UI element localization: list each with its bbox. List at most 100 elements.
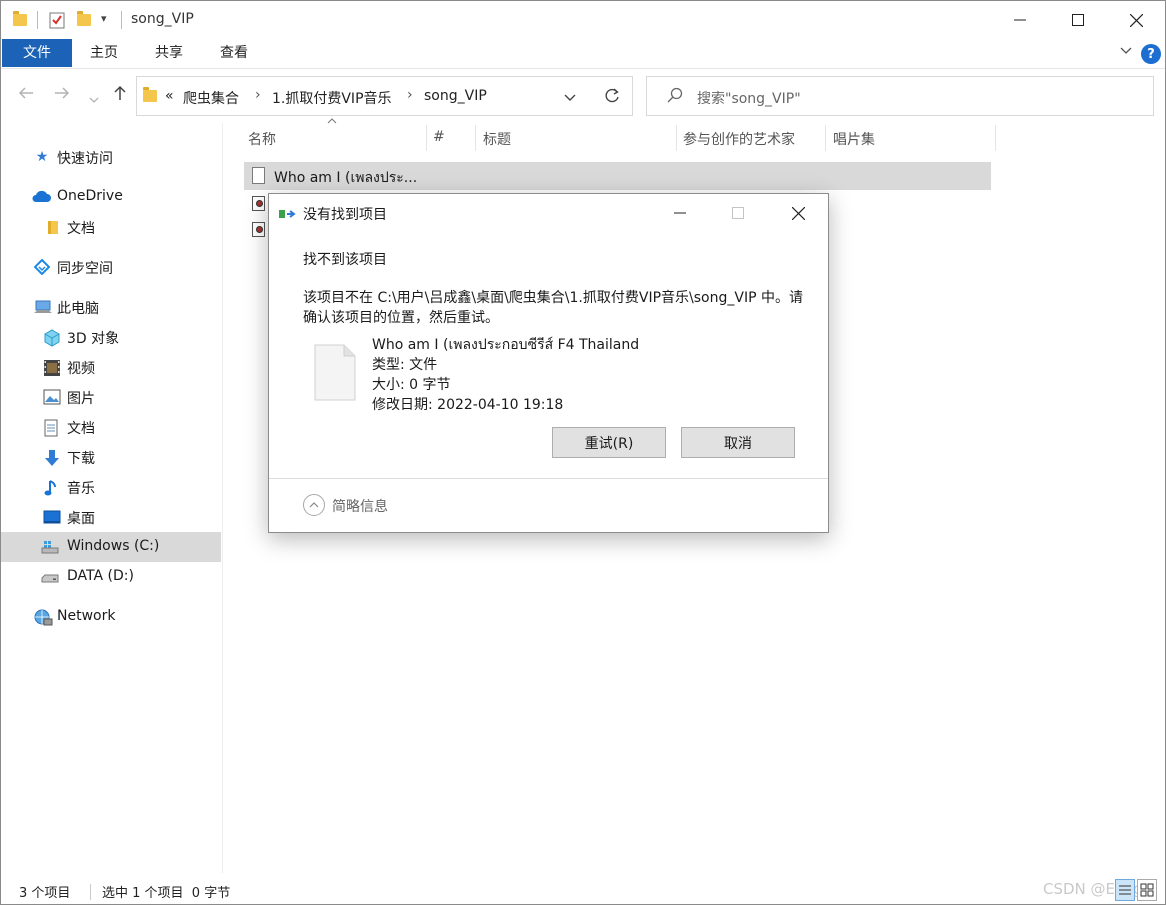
- music-icon: [43, 479, 59, 496]
- tab-share[interactable]: 共享: [144, 39, 194, 67]
- chevron-up-icon[interactable]: [303, 494, 325, 516]
- sidebar-item-pictures[interactable]: 图片: [1, 382, 221, 412]
- sidebar-item-label: 下载: [67, 451, 95, 467]
- maximize-button[interactable]: [1049, 1, 1107, 39]
- sidebar-item-data-d[interactable]: DATA (D:): [1, 562, 221, 592]
- large-icons-view-button[interactable]: [1137, 879, 1157, 901]
- sidebar-item-quick-access[interactable]: ★ 快速访问: [1, 142, 221, 172]
- column-divider[interactable]: [995, 125, 996, 151]
- help-icon[interactable]: ?: [1141, 44, 1161, 64]
- details-view-button[interactable]: [1115, 879, 1135, 901]
- column-header-name[interactable]: 名称: [248, 129, 276, 159]
- cancel-button[interactable]: 取消: [681, 427, 795, 458]
- search-box[interactable]: 搜索"song_VIP": [646, 76, 1154, 116]
- breadcrumb-separator[interactable]: ›: [407, 87, 413, 103]
- dialog-maximize-button: [709, 194, 767, 232]
- close-button[interactable]: [1107, 1, 1165, 39]
- sync-icon: [33, 258, 51, 276]
- column-divider[interactable]: [475, 125, 476, 151]
- breadcrumb-segment[interactable]: 爬虫集合: [183, 88, 239, 108]
- move-file-icon: [279, 207, 297, 221]
- search-input[interactable]: 搜索"song_VIP": [697, 88, 801, 108]
- close-icon: [1129, 13, 1143, 27]
- quick-access-dropdown-icon[interactable]: ▾: [101, 12, 107, 30]
- sidebar-item-onedrive-documents[interactable]: 文档: [1, 212, 221, 242]
- up-button[interactable]: [111, 84, 129, 107]
- minimize-icon: [674, 212, 686, 214]
- picture-icon: [43, 389, 61, 405]
- chevron-down-icon: [1120, 47, 1132, 54]
- drive-c-icon: [41, 539, 59, 555]
- file-row[interactable]: Who am I (เพลงประ...: [244, 162, 991, 190]
- blank-file-icon: [314, 344, 356, 401]
- navigation-pane: ★ 快速访问 OneDrive 文档 同步空间 此电脑 3D 对象 视频 图片 …: [1, 123, 223, 873]
- maximize-icon: [732, 207, 744, 219]
- sidebar-item-documents[interactable]: 文档: [1, 412, 221, 442]
- expand-ribbon-button[interactable]: [1119, 43, 1133, 61]
- address-bar[interactable]: « 爬虫集合 › 1.抓取付费VIP音乐 › song_VIP: [136, 76, 633, 116]
- column-header-album[interactable]: 唱片集: [833, 129, 875, 159]
- document-icon: [43, 419, 59, 437]
- address-history-button[interactable]: [563, 90, 577, 108]
- sidebar-item-label: Windows (C:): [67, 538, 160, 554]
- cube-icon: [43, 329, 60, 347]
- sidebar-item-label: 音乐: [67, 481, 95, 497]
- breadcrumb-separator[interactable]: ›: [255, 87, 261, 103]
- column-header-artists[interactable]: 参与创作的艺术家: [683, 129, 795, 159]
- sidebar-item-downloads[interactable]: 下载: [1, 442, 221, 472]
- back-button[interactable]: [17, 84, 35, 107]
- sidebar-item-label: Network: [57, 608, 116, 624]
- column-divider[interactable]: [426, 125, 427, 151]
- sidebar-item-label: 同步空间: [57, 261, 113, 277]
- column-header-title[interactable]: 标题: [483, 129, 511, 159]
- cloud-icon: [31, 189, 51, 205]
- address-overflow[interactable]: «: [165, 88, 174, 104]
- dialog-divider: [269, 478, 828, 479]
- item-count: 3 个项目: [19, 886, 71, 901]
- dialog-minimize-button[interactable]: [651, 194, 709, 232]
- column-divider[interactable]: [825, 125, 826, 151]
- breadcrumb-segment[interactable]: song_VIP: [424, 88, 487, 104]
- chevron-down-icon: [564, 94, 576, 101]
- file-type-detail: 类型: 文件: [372, 357, 438, 373]
- explorer-window: ▾ song_VIP 文件 主页 共享 查看 ? « 爬虫集合 › 1.抓取付费…: [0, 0, 1166, 905]
- fewer-details-toggle[interactable]: 简略信息: [332, 496, 388, 516]
- forward-button[interactable]: [53, 84, 71, 107]
- file-size-detail: 大小: 0 字节: [372, 377, 451, 393]
- sidebar-item-label: 此电脑: [57, 301, 99, 317]
- ribbon: 文件 主页 共享 查看 ?: [1, 39, 1165, 69]
- dialog-close-button[interactable]: [769, 194, 827, 232]
- tab-home[interactable]: 主页: [79, 39, 129, 67]
- properties-icon[interactable]: [49, 11, 67, 29]
- sidebar-item-desktop[interactable]: 桌面: [1, 502, 221, 532]
- sidebar-item-sync-space[interactable]: 同步空间: [1, 252, 221, 282]
- sidebar-item-windows-c[interactable]: Windows (C:): [1, 532, 221, 562]
- drive-d-icon: [41, 569, 59, 585]
- file-name: Who am I (เพลงประ...: [274, 170, 418, 186]
- retry-button[interactable]: 重试(R): [552, 427, 666, 458]
- column-divider[interactable]: [676, 125, 677, 151]
- breadcrumb-segment[interactable]: 1.抓取付费VIP音乐: [272, 88, 392, 108]
- minimize-button[interactable]: [991, 1, 1049, 39]
- sidebar-item-this-pc[interactable]: 此电脑: [1, 292, 221, 322]
- arrow-right-icon: [55, 87, 70, 99]
- minimize-icon: [1014, 19, 1026, 21]
- sidebar-item-network[interactable]: Network: [1, 602, 221, 632]
- sidebar-item-label: 快速访问: [57, 151, 113, 167]
- tab-view[interactable]: 查看: [209, 39, 259, 67]
- sidebar-item-music[interactable]: 音乐: [1, 472, 221, 502]
- refresh-button[interactable]: [591, 76, 633, 116]
- dialog-message: 该项目不在 C:\用户\吕成鑫\桌面\爬虫集合\1.抓取付费VIP音乐\song…: [303, 290, 803, 326]
- sidebar-item-onedrive[interactable]: OneDrive: [1, 182, 221, 212]
- arrow-left-icon: [18, 87, 33, 99]
- tab-file[interactable]: 文件: [2, 39, 72, 67]
- video-icon: [43, 359, 60, 376]
- recent-locations-button[interactable]: [89, 89, 99, 110]
- sidebar-item-label: 图片: [67, 391, 95, 407]
- sidebar-item-3d-objects[interactable]: 3D 对象: [1, 322, 221, 352]
- dialog-heading: 找不到该项目: [303, 252, 387, 268]
- status-bar: 3 个项目 选中 1 个项目 0 字节 CSDN @Evog: [1, 876, 1165, 904]
- sidebar-item-label: DATA (D:): [67, 568, 134, 584]
- column-header-number[interactable]: #: [433, 129, 445, 159]
- sidebar-item-videos[interactable]: 视频: [1, 352, 221, 382]
